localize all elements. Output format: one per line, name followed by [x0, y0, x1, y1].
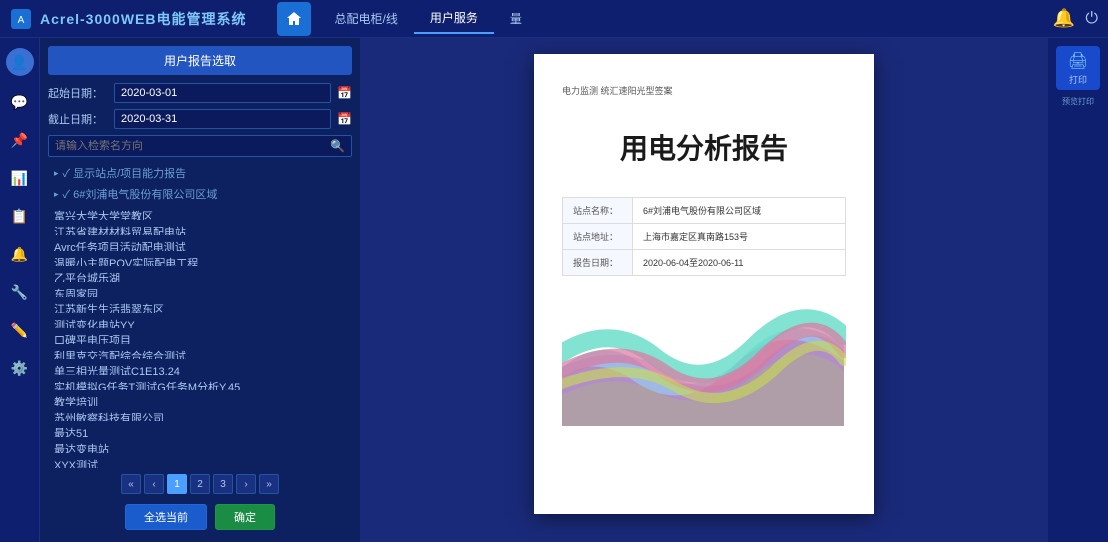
- start-date-row: 起始日期： 📅: [48, 83, 352, 103]
- info-value-2: 2020-06-04至2020-06-11: [633, 250, 846, 276]
- main-content: 👤 💬 📌 📊 📋 🔔 🔧 ✏️ ⚙️ 用户报告选取 起始日期： 📅 截止日期：…: [0, 38, 1108, 542]
- list-item[interactable]: XYX测试: [48, 454, 352, 469]
- panel-header: 用户报告选取: [48, 46, 352, 75]
- page-3-button[interactable]: 3: [213, 474, 233, 494]
- select-all-button[interactable]: 全选当前: [125, 504, 207, 530]
- app-logo-icon: A: [10, 8, 32, 30]
- sidebar-chat-icon[interactable]: 💬: [8, 90, 32, 114]
- home-button[interactable]: [277, 2, 311, 36]
- power-button[interactable]: ⏻: [1085, 10, 1098, 28]
- list-item[interactable]: 富兴大学大学堂教区: [48, 205, 352, 220]
- list-item[interactable]: 口碑平电压项目: [48, 329, 352, 344]
- list-item[interactable]: Avrc任务项目活动配电测试: [48, 236, 352, 251]
- search-icon[interactable]: 🔍: [330, 139, 345, 153]
- list-item[interactable]: 乙平台城乐湖: [48, 267, 352, 282]
- info-label-2: 报告日期：: [563, 250, 633, 276]
- doc-wave-area: [562, 306, 846, 484]
- list-item[interactable]: 教学培训: [48, 391, 352, 406]
- end-date-input[interactable]: [114, 109, 331, 129]
- print-label: 打印: [1069, 73, 1087, 86]
- sidebar-pin-icon[interactable]: 📌: [8, 128, 32, 152]
- report-list: ✓ 显示站点/项目能力报告 ✓ 6#刘浦电气股份有限公司区域 富兴大学大学堂教区…: [48, 163, 352, 468]
- preview-area: 电力监测 统汇速阳光型签案 用电分析报告 站点名称： 6#刘浦电气股份有限公司区…: [360, 38, 1048, 542]
- app-title: Acrel-3000WEB电能管理系统: [40, 9, 247, 29]
- end-date-calendar-icon[interactable]: 📅: [337, 112, 352, 126]
- sidebar-bell-icon[interactable]: 🔔: [8, 242, 32, 266]
- section-header-2[interactable]: ✓ 6#刘浦电气股份有限公司区域: [48, 184, 352, 204]
- sidebar-file-icon[interactable]: 📋: [8, 204, 32, 228]
- doc-header-text: 电力监测 统汇速阳光型签案: [562, 84, 673, 97]
- left-sidebar: 👤 💬 📌 📊 📋 🔔 🔧 ✏️ ⚙️: [0, 38, 40, 542]
- end-date-label: 截止日期：: [48, 111, 108, 127]
- page-1-button[interactable]: 1: [167, 474, 187, 494]
- list-item[interactable]: 温暖小主题POV实际配电工程: [48, 252, 352, 267]
- print-icon: 🖨: [1068, 51, 1088, 71]
- sidebar-chart-icon[interactable]: 📊: [8, 166, 32, 190]
- sidebar-tool-icon[interactable]: 🔧: [8, 280, 32, 304]
- list-item[interactable]: 测试变化电站YY: [48, 314, 352, 329]
- info-value-0: 6#刘浦电气股份有限公司区域: [633, 198, 846, 224]
- start-date-calendar-icon[interactable]: 📅: [337, 86, 352, 100]
- list-item[interactable]: 江苏新生生活翡翠东区: [48, 298, 352, 313]
- topbar-right: 🔔 ⏻: [1053, 8, 1098, 29]
- svg-text:A: A: [18, 15, 25, 26]
- nav-item-stats[interactable]: 总配电柜/线: [319, 4, 414, 33]
- page-next-button[interactable]: ›: [236, 474, 256, 494]
- info-value-1: 上海市嘉定区真南路153号: [633, 224, 846, 250]
- topbar: A Acrel-3000WEB电能管理系统 总配电柜/线 用户服务 量 🔔 ⏻: [0, 0, 1108, 38]
- list-item[interactable]: 最达51: [48, 422, 352, 437]
- app-logo: A Acrel-3000WEB电能管理系统: [10, 8, 247, 30]
- list-item[interactable]: 苏州敏察科技有限公司: [48, 407, 352, 422]
- topbar-nav: 总配电柜/线 用户服务 量: [277, 2, 1053, 36]
- print-button[interactable]: 🖨 打印: [1056, 46, 1100, 90]
- page-2-button[interactable]: 2: [190, 474, 210, 494]
- start-date-label: 起始日期：: [48, 85, 108, 101]
- start-date-input[interactable]: [114, 83, 331, 103]
- notification-bell-icon[interactable]: 🔔: [1053, 8, 1075, 29]
- sidebar-settings-icon[interactable]: ⚙️: [8, 356, 32, 380]
- list-item[interactable]: 江苏省建材材料贸易配电站: [48, 221, 352, 236]
- table-row: 站点地址： 上海市嘉定区真南路153号: [563, 224, 846, 250]
- page-last-button[interactable]: »: [259, 474, 279, 494]
- list-item[interactable]: 实机模拟G任务T测试G任务M分析Y.45: [48, 376, 352, 391]
- doc-info-table: 站点名称： 6#刘浦电气股份有限公司区域 站点地址： 上海市嘉定区真南路153号…: [562, 197, 846, 276]
- sidebar-edit-icon[interactable]: ✏️: [8, 318, 32, 342]
- table-row: 报告日期： 2020-06-04至2020-06-11: [563, 250, 846, 276]
- pagination: « ‹ 1 2 3 › »: [48, 468, 352, 500]
- document-paper: 电力监测 统汇速阳光型签案 用电分析报告 站点名称： 6#刘浦电气股份有限公司区…: [534, 54, 874, 514]
- nav-item-user-service[interactable]: 用户服务: [414, 3, 494, 34]
- search-row: 🔍: [48, 135, 352, 157]
- page-prev-button[interactable]: ‹: [144, 474, 164, 494]
- info-label-0: 站点名称：: [563, 198, 633, 224]
- search-input[interactable]: [55, 140, 330, 152]
- nav-item-quantity[interactable]: 量: [494, 4, 538, 33]
- list-item[interactable]: 单三相光量测试C1E13.24: [48, 360, 352, 375]
- report-panel: 用户报告选取 起始日期： 📅 截止日期： 📅 🔍 ✓ 显示站点/项目能力报告 ✓…: [40, 38, 360, 542]
- section-header-1: ✓ 显示站点/项目能力报告: [48, 163, 352, 183]
- page-first-button[interactable]: «: [121, 474, 141, 494]
- info-label-1: 站点地址：: [563, 224, 633, 250]
- right-panel: 🖨 打印 预览打印: [1048, 38, 1108, 542]
- end-date-row: 截止日期： 📅: [48, 109, 352, 129]
- list-item[interactable]: 东周家园: [48, 283, 352, 298]
- list-item[interactable]: 最达变电站: [48, 438, 352, 453]
- confirm-button[interactable]: 确定: [215, 504, 275, 530]
- action-row: 全选当前 确定: [48, 500, 352, 534]
- user-avatar[interactable]: 👤: [6, 48, 34, 76]
- table-row: 站点名称： 6#刘浦电气股份有限公司区域: [563, 198, 846, 224]
- doc-main-title: 用电分析报告: [620, 127, 788, 167]
- print-sublabel: 预览打印: [1060, 94, 1096, 109]
- list-item[interactable]: 利里克交汽配综合综合测试: [48, 345, 352, 360]
